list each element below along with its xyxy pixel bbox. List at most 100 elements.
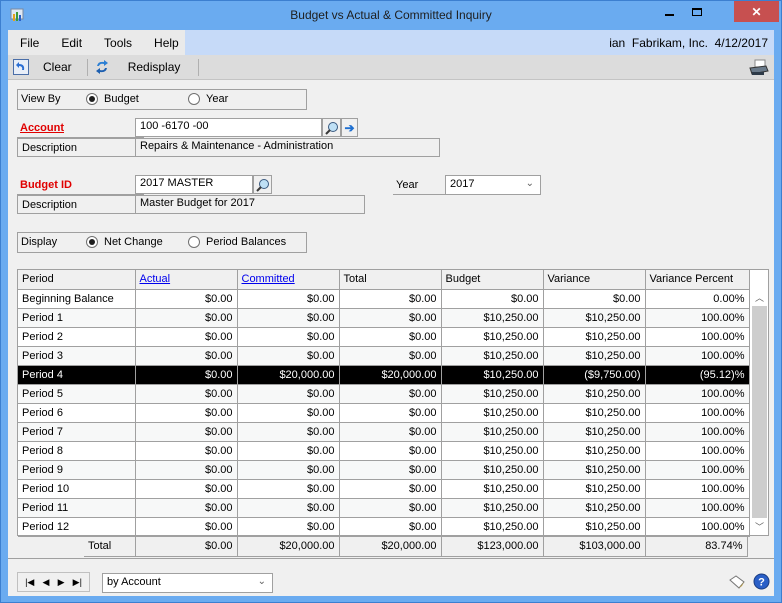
table-row[interactable]: Period 3 $0.00 $0.00 $0.00 $10,250.00 $10,250… bbox=[18, 346, 750, 366]
next-record-icon[interactable]: ▶ bbox=[58, 577, 65, 588]
display-net-change-radio[interactable]: Net Change bbox=[86, 236, 163, 248]
magnifier-icon bbox=[324, 121, 338, 135]
col-header-total: Total bbox=[339, 270, 442, 290]
cell-variance: $10,250.00 bbox=[543, 517, 646, 537]
cell-period: Period 4 bbox=[18, 365, 136, 385]
cell-budget: $10,250.00 bbox=[441, 365, 544, 385]
cell-actual: $0.00 bbox=[135, 441, 238, 461]
cell-total: $0.00 bbox=[339, 384, 442, 404]
account-description-field: Repairs & Maintenance - Administration bbox=[135, 138, 440, 157]
previous-record-icon[interactable]: ◀ bbox=[43, 577, 50, 588]
first-record-icon[interactable]: |◀ bbox=[25, 577, 34, 588]
cell-variance-percent: 100.00% bbox=[645, 498, 750, 518]
table-row[interactable]: Period 6 $0.00 $0.00 $0.00 $10,250.00 $10,250… bbox=[18, 403, 750, 423]
cell-variance: $10,250.00 bbox=[543, 384, 646, 404]
total-committed: $20,000.00 bbox=[237, 537, 340, 557]
col-header-variance: Variance bbox=[543, 270, 646, 290]
cell-actual: $0.00 bbox=[135, 460, 238, 480]
scroll-down-icon[interactable]: ﹀ bbox=[751, 518, 768, 535]
cell-committed: $0.00 bbox=[237, 403, 340, 423]
col-header-variance-percent: Variance Percent bbox=[645, 270, 750, 290]
view-by-budget-radio[interactable]: Budget bbox=[86, 93, 139, 105]
total-total: $20,000.00 bbox=[339, 537, 442, 557]
year-select[interactable]: 2017 ⌄ bbox=[445, 175, 541, 195]
minimize-button[interactable] bbox=[655, 1, 683, 22]
cell-budget: $10,250.00 bbox=[441, 441, 544, 461]
window: Budget vs Actual & Committed Inquiry ✕ F… bbox=[0, 0, 782, 603]
cell-variance: $10,250.00 bbox=[543, 346, 646, 366]
cell-total: $0.00 bbox=[339, 403, 442, 423]
scroll-thumb[interactable] bbox=[752, 306, 767, 518]
sort-by-select[interactable]: by Account ⌄ bbox=[102, 573, 273, 593]
toolbar: Clear Redisplay bbox=[8, 55, 774, 80]
account-goto-button[interactable]: ➔ bbox=[341, 118, 358, 137]
cell-budget: $10,250.00 bbox=[441, 460, 544, 480]
col-header-actual-link[interactable]: Actual bbox=[135, 270, 238, 290]
cell-committed: $0.00 bbox=[237, 308, 340, 328]
col-header-budget: Budget bbox=[441, 270, 544, 290]
last-record-icon[interactable]: ▶| bbox=[73, 577, 82, 588]
cell-period: Beginning Balance bbox=[18, 289, 136, 309]
cell-variance-percent: 100.00% bbox=[645, 460, 750, 480]
account-input[interactable]: 100 -6170 -00 bbox=[135, 118, 322, 137]
table-row[interactable]: Period 7 $0.00 $0.00 $0.00 $10,250.00 $10,250… bbox=[18, 422, 750, 442]
view-by-year-radio[interactable]: Year bbox=[188, 93, 228, 105]
table-row[interactable]: Period 11 $0.00 $0.00 $0.00 $10,250.00 $10,25… bbox=[18, 498, 750, 518]
cell-committed: $0.00 bbox=[237, 498, 340, 518]
budget-description-field: Master Budget for 2017 bbox=[135, 195, 365, 214]
grid-header-row: Period Actual Committed Total Budget Var… bbox=[18, 270, 750, 290]
cell-period: Period 6 bbox=[18, 403, 136, 423]
total-variance-percent: 83.74% bbox=[645, 537, 748, 557]
year-label: Year bbox=[393, 176, 448, 195]
cell-period: Period 12 bbox=[18, 517, 136, 537]
cell-budget: $10,250.00 bbox=[441, 308, 544, 328]
menu-edit[interactable]: Edit bbox=[49, 36, 92, 50]
table-row[interactable]: Period 4 $0.00 $20,000.00 $20,000.00 $10,250… bbox=[18, 365, 750, 385]
cell-variance: $0.00 bbox=[543, 289, 646, 309]
budget-lookup-button[interactable] bbox=[253, 175, 272, 194]
totals-label: Total bbox=[84, 537, 136, 557]
help-button[interactable]: ? bbox=[753, 573, 770, 593]
account-link[interactable]: Account bbox=[20, 122, 64, 134]
account-lookup-button[interactable] bbox=[322, 118, 341, 137]
display-period-balances-radio[interactable]: Period Balances bbox=[188, 236, 286, 248]
budget-id-input[interactable]: 2017 MASTER bbox=[135, 175, 253, 194]
chevron-down-icon: ⌄ bbox=[525, 178, 534, 189]
redisplay-button[interactable]: Redisplay bbox=[94, 59, 180, 75]
footer-divider bbox=[8, 558, 774, 559]
account-description-label: Description bbox=[17, 138, 135, 157]
table-row[interactable]: Period 1 $0.00 $0.00 $0.00 $10,250.00 $10,250… bbox=[18, 308, 750, 328]
clear-icon bbox=[13, 59, 29, 75]
col-header-committed-link[interactable]: Committed bbox=[237, 270, 340, 290]
clear-label: Clear bbox=[43, 60, 72, 74]
cell-variance-percent: 100.00% bbox=[645, 517, 750, 537]
table-row[interactable]: Period 8 $0.00 $0.00 $0.00 $10,250.00 $10,250… bbox=[18, 441, 750, 461]
radio-selected-icon bbox=[86, 93, 98, 105]
table-row[interactable]: Period 10 $0.00 $0.00 $0.00 $10,250.00 $10,25… bbox=[18, 479, 750, 499]
close-button[interactable]: ✕ bbox=[734, 1, 779, 22]
note-button[interactable] bbox=[728, 574, 746, 593]
menu-tools[interactable]: Tools bbox=[92, 36, 142, 50]
radio-empty-icon bbox=[188, 93, 200, 105]
print-button[interactable] bbox=[748, 59, 770, 80]
cell-variance-percent: 0.00% bbox=[645, 289, 750, 309]
scroll-up-icon[interactable]: ︿ bbox=[751, 289, 768, 306]
budget-id-label-box: Budget ID bbox=[17, 176, 144, 195]
totals-row: Total $0.00 $20,000.00 $20,000.00 $123,0… bbox=[84, 537, 748, 557]
table-row[interactable]: Period 5 $0.00 $0.00 $0.00 $10,250.00 $10,250… bbox=[18, 384, 750, 404]
table-row[interactable]: Beginning Balance $0.00 $0.00 $0.00 $0.00 $0.… bbox=[18, 289, 750, 309]
menu-file[interactable]: File bbox=[8, 36, 49, 50]
clear-button[interactable]: Clear bbox=[13, 59, 72, 75]
table-row[interactable]: Period 12 $0.00 $0.00 $0.00 $10,250.00 $10,25… bbox=[18, 517, 750, 537]
cell-period: Period 7 bbox=[18, 422, 136, 442]
cell-committed: $0.00 bbox=[237, 441, 340, 461]
cell-total: $0.00 bbox=[339, 498, 442, 518]
cell-period: Period 8 bbox=[18, 441, 136, 461]
table-row[interactable]: Period 2 $0.00 $0.00 $0.00 $10,250.00 $10,250… bbox=[18, 327, 750, 347]
grid-scrollbar[interactable]: ︿ ﹀ bbox=[751, 289, 768, 535]
cell-period: Period 11 bbox=[18, 498, 136, 518]
table-row[interactable]: Period 9 $0.00 $0.00 $0.00 $10,250.00 $10,250… bbox=[18, 460, 750, 480]
cell-committed: $0.00 bbox=[237, 460, 340, 480]
maximize-button[interactable] bbox=[683, 1, 711, 22]
menu-help[interactable]: Help bbox=[142, 36, 189, 50]
